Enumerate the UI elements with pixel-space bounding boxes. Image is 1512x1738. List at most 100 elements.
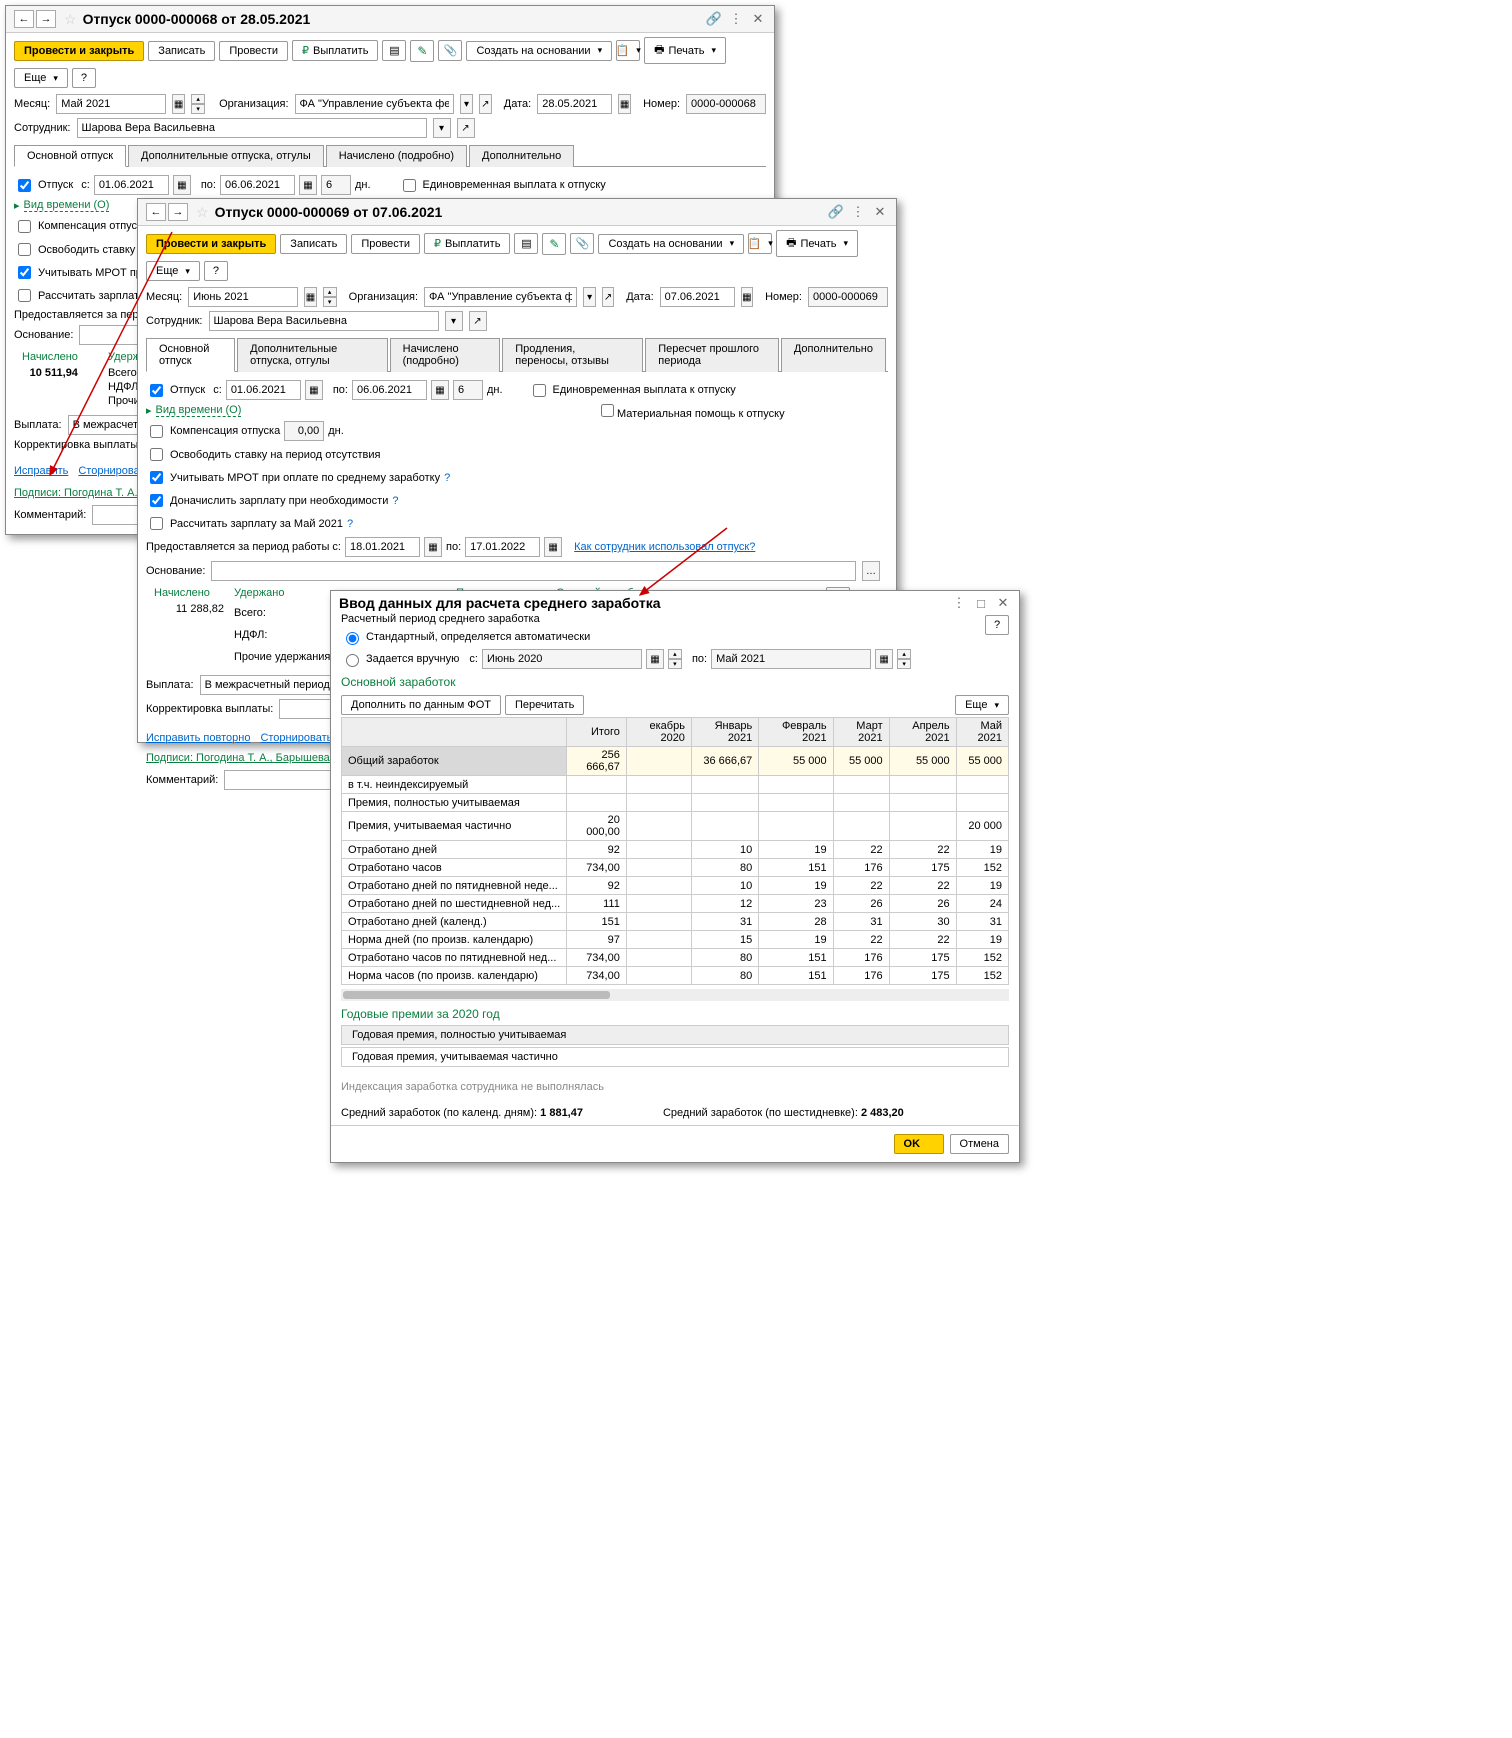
pay-button[interactable]: ₽Выплатить [424,233,510,254]
write-button[interactable]: Записать [148,41,215,61]
table-row[interactable]: Отработано часов по пятидневной нед...73… [342,949,1009,967]
tab-main[interactable]: Основной отпуск [14,145,126,167]
lump-checkbox[interactable] [403,179,416,192]
table-row[interactable]: Норма часов (по произв. календарю)734,00… [342,967,1009,985]
post-button[interactable]: Провести [219,41,288,61]
table-row[interactable]: Общий заработок256 666,6736 666,6755 000… [342,747,1009,776]
comp-checkbox[interactable] [18,220,31,233]
to-date[interactable] [352,380,427,400]
forward-button[interactable]: → [168,203,188,221]
tab-extra[interactable]: Дополнительно [781,338,886,372]
help-button[interactable]: ? [72,68,96,88]
pay-button[interactable]: ₽Выплатить [292,40,378,61]
comment-input[interactable] [92,505,142,525]
print-button[interactable]: 🖶 Печать [644,37,726,64]
basis-input[interactable] [79,325,139,345]
table-row[interactable]: Норма дней (по произв. календарю)9715192… [342,931,1009,949]
tab-extra[interactable]: Дополнительно [469,145,574,167]
date-input[interactable] [660,287,735,307]
yearly-premium-full[interactable]: Годовая премия, полностью учитываемая [341,1025,1009,1045]
print-button[interactable]: 🖶 Печать [776,230,858,257]
recalc-month-checkbox[interactable] [150,517,163,530]
write-button[interactable]: Записать [280,234,347,254]
menu-icon[interactable]: ⋮ [850,204,866,220]
vacation-checkbox[interactable] [18,179,31,192]
employee-input[interactable] [209,311,439,331]
more-button[interactable]: Еще [146,261,200,281]
back-button[interactable]: ← [146,203,166,221]
table-row[interactable]: Отработано часов734,0080151176175152 [342,859,1009,877]
how-used-link[interactable]: Как сотрудник использовал отпуск? [574,541,755,553]
month-input[interactable] [56,94,166,114]
radio-manual[interactable] [346,654,359,667]
yearly-premium-partial[interactable]: Годовая премия, учитываемая частично [341,1047,1009,1067]
tab-ext[interactable]: Продления, переносы, отзывы [502,338,643,372]
date-input[interactable] [537,94,612,114]
menu-icon[interactable]: ⋮ [728,11,744,27]
help-button[interactable]: ? [985,615,1009,635]
org-input[interactable] [295,94,455,114]
period-to[interactable] [465,537,540,557]
more-button[interactable]: Еще [14,68,68,88]
cancel-button[interactable]: Отмена [950,1134,1009,1154]
time-type-link[interactable]: Вид времени (О) [24,199,110,212]
report-button[interactable]: ▤ [514,233,538,254]
star-icon[interactable]: ☆ [64,11,77,28]
free-rate-checkbox[interactable] [18,243,31,256]
table-row[interactable]: Премия, полностью учитываемая [342,794,1009,812]
maximize-icon[interactable]: □ [973,595,989,611]
attach-button[interactable]: 📎 [570,233,594,254]
tab-additional[interactable]: Дополнительные отпуска, отгулы [128,145,324,167]
close-icon[interactable]: ✕ [750,11,766,27]
edit-button[interactable]: ✎ [410,40,434,62]
edit-button[interactable]: ✎ [542,233,566,255]
period-from[interactable] [345,537,420,557]
storno-link[interactable]: Сторнировать [260,732,332,744]
help-button[interactable]: ? [204,261,228,281]
tab-add[interactable]: Дополнительные отпуска, отгулы [237,338,388,372]
payout-input[interactable] [200,675,340,695]
month-calendar-button[interactable]: ▦ [172,94,185,114]
signs-link[interactable]: Подписи: Погодина Т. А., Барышева З. [146,752,343,764]
to-date[interactable] [220,175,295,195]
ok-button[interactable]: OK [894,1134,944,1154]
back-button[interactable]: ← [14,10,34,28]
table-row[interactable]: Отработано дней921019222219 [342,841,1009,859]
tab-accrued[interactable]: Начислено (подробно) [390,338,501,372]
recalc-checkbox[interactable] [18,289,31,302]
post-close-button[interactable]: Провести и закрыть [146,234,276,254]
menu-icon[interactable]: ⋮ [951,595,967,611]
more-button[interactable]: Еще [955,695,1009,715]
create-based-button[interactable]: Создать на основании [466,41,612,61]
link-icon[interactable]: 🔗 [706,11,722,27]
horizontal-scrollbar[interactable] [341,989,1009,1001]
from-date[interactable] [94,175,169,195]
tab-main[interactable]: Основной отпуск [146,338,235,372]
post-close-button[interactable]: Провести и закрыть [14,41,144,61]
star-icon[interactable]: ☆ [196,204,209,221]
radio-standard[interactable] [346,632,359,645]
table-row[interactable]: Отработано дней по шестидневной нед...11… [342,895,1009,913]
report-button[interactable]: ▤ [382,40,406,61]
close-icon[interactable]: ✕ [872,204,888,220]
month-input[interactable] [188,287,298,307]
accrue-add-checkbox[interactable] [150,494,163,507]
table-row[interactable]: в т.ч. неиндексируемый [342,776,1009,794]
mrot-checkbox[interactable] [150,471,163,484]
fix-link[interactable]: Исправить [14,465,68,477]
table-row[interactable]: Премия, учитываемая частично20 000,0020 … [342,812,1009,841]
from-date[interactable] [226,380,301,400]
tab-accrued[interactable]: Начислено (подробно) [326,145,467,167]
close-icon[interactable]: ✕ [995,595,1011,611]
time-type-link[interactable]: Вид времени (О) [156,404,242,417]
basis-input[interactable] [211,561,856,581]
fill-fot-button[interactable]: Дополнить по данным ФОТ [341,695,501,715]
forward-button[interactable]: → [36,10,56,28]
post-button[interactable]: Провести [351,234,420,254]
doc-icon-button[interactable]: 📋 [616,40,640,61]
table-row[interactable]: Отработано дней по пятидневной неде...92… [342,877,1009,895]
mrot-checkbox[interactable] [18,266,31,279]
org-input[interactable] [424,287,577,307]
table-row[interactable]: Отработано дней (календ.)1513128313031 [342,913,1009,931]
doc-icon-button[interactable]: 📋 [748,233,772,254]
